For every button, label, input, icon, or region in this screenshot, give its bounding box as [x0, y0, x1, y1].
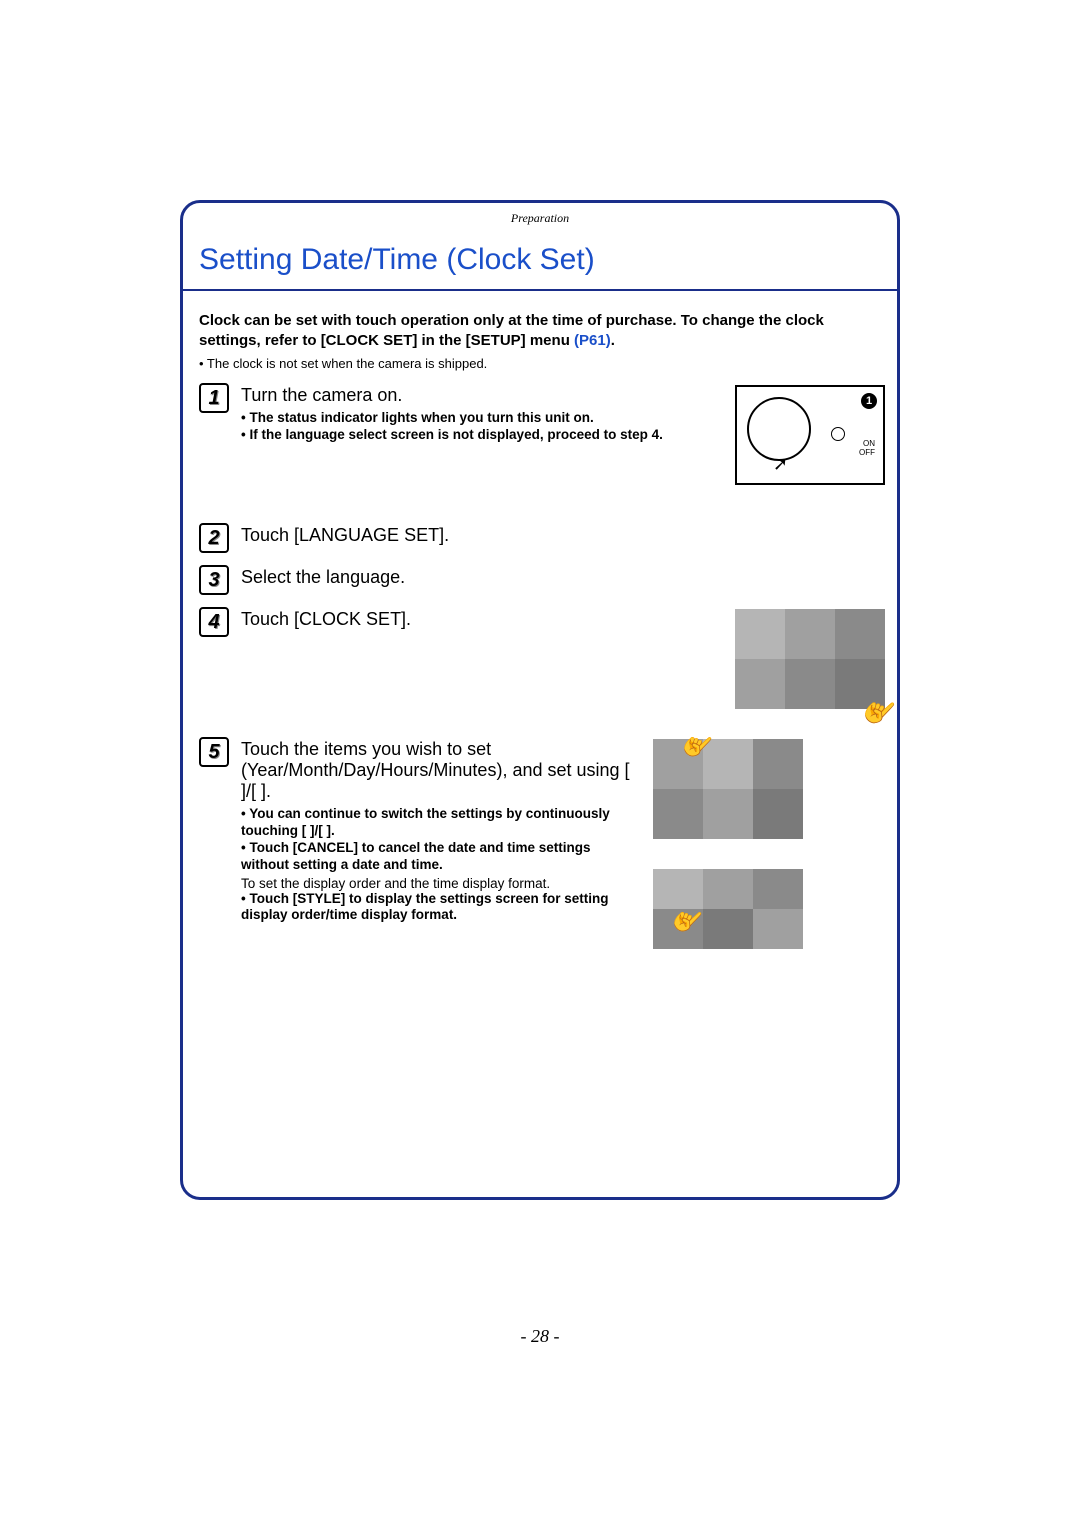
step-sub-2-end: .: [659, 427, 663, 442]
step-number: 5: [208, 741, 219, 764]
page-title: Setting Date/Time (Clock Set): [193, 243, 887, 277]
screen-figure-3: ☝: [653, 869, 803, 949]
step-badge-3: 3: [199, 565, 229, 595]
step-1: 1 Turn the camera on. • The status indic…: [199, 385, 885, 485]
step-sub-2-text: • If the language select screen is not d…: [241, 427, 652, 442]
step5-sub3: • Touch [STYLE] to display the settings …: [241, 891, 641, 925]
off-label: OFF: [859, 448, 875, 457]
camera-figure: 1 ON OFF ➚: [735, 385, 885, 485]
step-badge-4: 4: [199, 607, 229, 637]
step5-sub1: • You can continue to switch the setting…: [241, 806, 641, 840]
screen-figures-stack: ☝ ☝: [653, 739, 803, 949]
step-body: Select the language.: [241, 567, 885, 592]
step5-plain: To set the display order and the time di…: [241, 876, 641, 891]
page-header: Preparation Setting Date/Time (Clock Set…: [183, 203, 897, 291]
page-reference-link[interactable]: (P61): [574, 332, 611, 349]
step-title: Touch the items you wish to set (Year/Mo…: [241, 739, 641, 802]
step-badge-1: 1: [199, 383, 229, 413]
intro-text: Clock can be set with touch operation on…: [199, 311, 885, 350]
camera-diagram: 1 ON OFF ➚: [735, 385, 885, 485]
note-text: • The clock is not set when the camera i…: [199, 356, 885, 371]
step-sub-1: • The status indicator lights when you t…: [241, 410, 723, 427]
step-body: Touch [CLOCK SET].: [241, 609, 723, 634]
step-2: 2 Touch [LANGUAGE SET].: [199, 525, 885, 553]
callout-badge-1: 1: [861, 393, 877, 409]
on-label: ON: [863, 439, 875, 448]
intro-part2: .: [611, 332, 615, 349]
step-body: Turn the camera on. • The status indicat…: [241, 385, 723, 444]
step-number: 4: [208, 611, 219, 634]
manual-page: Preparation Setting Date/Time (Clock Set…: [180, 200, 900, 1200]
step-title: Touch [CLOCK SET].: [241, 609, 723, 630]
step-3: 3 Select the language.: [199, 567, 885, 595]
step-title: Touch [LANGUAGE SET].: [241, 525, 885, 546]
title-wrap: Setting Date/Time (Clock Set): [193, 235, 887, 289]
step-sub-2: • If the language select screen is not d…: [241, 427, 723, 444]
screen-figure-1: ☝: [735, 609, 885, 709]
step-number: 3: [208, 569, 219, 592]
camera-knob-icon: [747, 397, 811, 461]
touchscreen-diagram: [653, 739, 803, 839]
screen-figure-2: ☝: [653, 739, 803, 839]
camera-indicator-icon: [831, 427, 845, 441]
arrow-icon: ➚: [773, 454, 788, 475]
camera-on-off-label: ON OFF: [859, 439, 875, 457]
page-number: - 28 -: [183, 1326, 897, 1347]
intro-part1: Clock can be set with touch operation on…: [199, 312, 824, 349]
step-body: Touch [LANGUAGE SET].: [241, 525, 885, 550]
step-4: 4 Touch [CLOCK SET]. ☝: [199, 609, 885, 709]
step-ref: 4: [652, 427, 660, 442]
step5-sub2: • Touch [CANCEL] to cancel the date and …: [241, 840, 641, 874]
step-badge-2: 2: [199, 523, 229, 553]
step-5: 5 Touch the items you wish to set (Year/…: [199, 739, 885, 949]
step-title: Turn the camera on.: [241, 385, 723, 406]
touchscreen-diagram: ☝: [735, 609, 885, 709]
step-title: Select the language.: [241, 567, 885, 588]
section-label: Preparation: [511, 211, 569, 225]
step-badge-5: 5: [199, 737, 229, 767]
step-body: Touch the items you wish to set (Year/Mo…: [241, 739, 641, 924]
step-number: 1: [208, 387, 219, 410]
step-number: 2: [208, 527, 219, 550]
page-content: Clock can be set with touch operation on…: [183, 303, 897, 949]
